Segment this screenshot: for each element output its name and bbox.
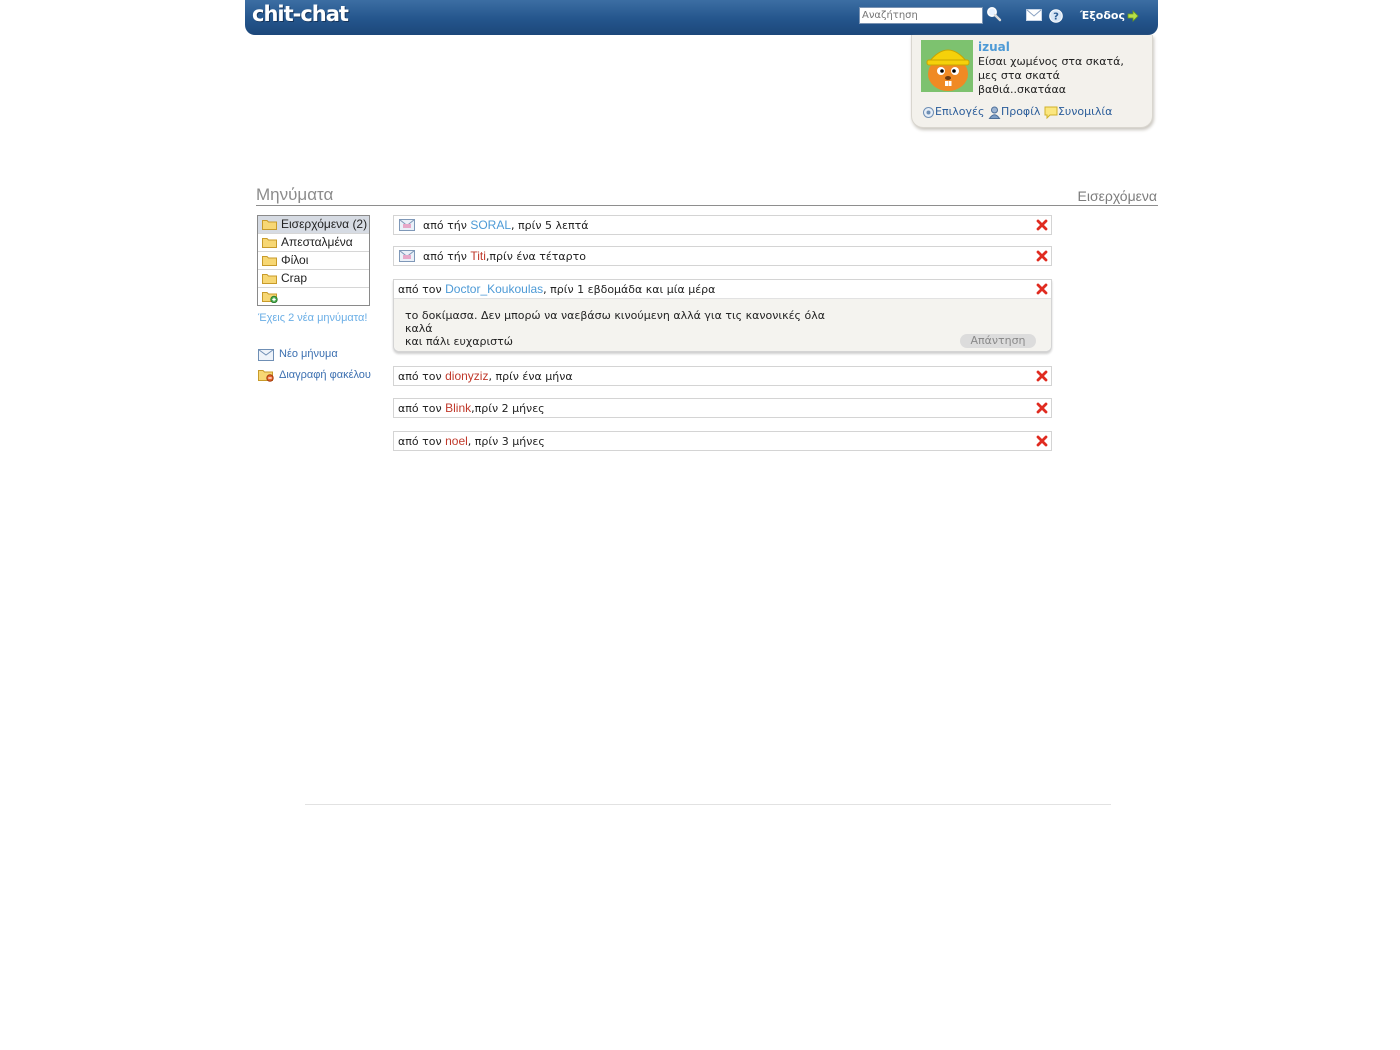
message-time: , πρίν 3 μήνες [467, 435, 545, 448]
message-row[interactable]: από τον dionyziz, πρίν ένα μήνα [393, 366, 1052, 386]
folder-sent[interactable]: Απεσταλμένα [258, 234, 369, 252]
folder-inbox[interactable]: Εισερχόμενα (2) [258, 216, 369, 234]
user-panel-links: Επιλογές Προφίλ Συνομιλία [922, 105, 1112, 119]
new-folder-icon [262, 292, 278, 303]
message-text-line: το δοκίμασα. Δεν μπορώ να ναεβάσω κινούμ… [405, 309, 825, 335]
profile-link[interactable]: Προφίλ [988, 105, 1040, 119]
settings-link-label: Επιλογές [935, 105, 985, 119]
message-sender[interactable]: dionyziz [445, 369, 488, 383]
message-summary: από τήν SORAL, πρίν 5 λεπτά [423, 218, 588, 232]
new-messages-notice: Έχεις 2 νέα μηνύματα! [258, 312, 368, 324]
chat-link-label: Συνομιλία [1057, 105, 1113, 119]
message-row[interactable]: από τον noel, πρίν 3 μήνες [393, 431, 1052, 451]
delete-message-icon[interactable] [1036, 283, 1048, 295]
folder-crap[interactable]: Crap [258, 270, 369, 288]
folder-friends[interactable]: Φίλοι [258, 252, 369, 270]
folder-label: Απεσταλμένα [281, 235, 353, 249]
message-sender[interactable]: SORAL [470, 218, 511, 232]
message-time: ,πρίν ένα τέταρτο [485, 250, 586, 263]
logout-arrow-icon[interactable] [1127, 10, 1139, 22]
new-folder-row[interactable] [258, 288, 369, 305]
svg-text:?: ? [1053, 12, 1059, 23]
title-divider [256, 205, 1158, 206]
message-prefix: από τον [398, 435, 442, 448]
new-message-icon [258, 349, 274, 361]
breadcrumb: Εισερχόμενα [1077, 188, 1157, 204]
message-row[interactable]: από τον Blink,πρίν 2 μήνες [393, 398, 1052, 418]
delete-message-icon[interactable] [1036, 435, 1048, 447]
footer-divider [305, 804, 1111, 805]
message-sender[interactable]: Titi [470, 249, 486, 263]
message-sender[interactable]: Blink [445, 401, 471, 415]
new-message-label: Νέο μήνυμα [279, 348, 338, 360]
profile-icon [988, 106, 1001, 119]
message-expanded: από τον Doctor_Koukoulas, πρίν 1 εβδομάδ… [393, 279, 1052, 352]
message-body: το δοκίμασα. Δεν μπορώ να ναεβάσω κινούμ… [394, 299, 1051, 351]
chat-link[interactable]: Συνομιλία [1044, 105, 1112, 119]
message-text: το δοκίμασα. Δεν μπορώ να ναεβάσω κινούμ… [405, 309, 855, 348]
delete-message-icon[interactable] [1036, 370, 1048, 382]
search-icon[interactable] [986, 6, 1002, 22]
message-sender[interactable]: Doctor_Koukoulas [445, 282, 543, 296]
new-message-button[interactable]: Νέο μήνυμα [258, 347, 338, 364]
message-summary: από τον Doctor_Koukoulas, πρίν 1 εβδομάδ… [398, 282, 715, 296]
folder-icon [262, 256, 277, 266]
message-prefix: από τήν [423, 250, 467, 263]
settings-link[interactable]: Επιλογές [922, 105, 984, 119]
logout-link[interactable]: Έξοδος [1080, 9, 1125, 22]
message-time: , πρίν 5 λεπτά [511, 219, 589, 232]
message-time: , πρίν 1 εβδομάδα και μία μέρα [543, 283, 716, 296]
user-panel: izual Είσαι χωμένος στα σκατά, μες στα σ… [911, 35, 1153, 128]
delete-message-icon[interactable] [1036, 402, 1048, 414]
message-time: ,πρίν 2 μήνες [471, 402, 545, 415]
search-input[interactable] [859, 7, 983, 24]
delete-folder-label: Διαγραφή φακέλου [279, 369, 371, 381]
avatar[interactable] [921, 40, 973, 92]
chat-bubble-icon [1044, 106, 1058, 119]
message-row[interactable]: από τήν Titi,πρίν ένα τέταρτο [393, 246, 1052, 266]
folder-icon [262, 220, 277, 230]
reply-button[interactable]: Απάντηση [960, 334, 1036, 348]
folder-icon [262, 274, 277, 284]
page-title: Μηνύματα [256, 185, 334, 204]
folder-label: Φίλοι [281, 253, 309, 267]
folder-label: Crap [281, 271, 308, 285]
folder-list: Εισερχόμενα (2) Απεσταλμένα Φίλοι Crap [257, 215, 370, 306]
settings-icon [923, 106, 934, 118]
unread-envelope-icon [399, 250, 415, 262]
message-prefix: από τήν [423, 219, 467, 232]
message-prefix: από τον [398, 283, 442, 296]
unread-envelope-icon [399, 219, 415, 231]
message-sender[interactable]: noel [445, 434, 468, 448]
message-summary: από τον dionyziz, πρίν ένα μήνα [398, 369, 573, 383]
user-status-text: Είσαι χωμένος στα σκατά, μες στα σκατά β… [978, 55, 1124, 96]
delete-folder-icon [258, 370, 274, 382]
message-time: , πρίν ένα μήνα [488, 370, 573, 383]
messages-icon[interactable] [1026, 9, 1042, 21]
message-prefix: από τον [398, 402, 442, 415]
message-summary: από τον noel, πρίν 3 μήνες [398, 434, 545, 448]
message-row[interactable]: από τήν SORAL, πρίν 5 λεπτά [393, 215, 1052, 235]
delete-message-icon[interactable] [1036, 219, 1048, 231]
message-header[interactable]: από τον Doctor_Koukoulas, πρίν 1 εβδομάδ… [394, 280, 1051, 299]
message-summary: από τήν Titi,πρίν ένα τέταρτο [423, 249, 586, 263]
site-logo[interactable]: chit-chat [252, 2, 349, 26]
folder-icon [262, 238, 277, 248]
delete-message-icon[interactable] [1036, 250, 1048, 262]
profile-link-label: Προφίλ [1000, 105, 1041, 119]
message-text-line: και πάλι ευχαριστώ [405, 335, 513, 348]
delete-folder-button[interactable]: Διαγραφή φακέλου [258, 368, 371, 385]
message-summary: από τον Blink,πρίν 2 μήνες [398, 401, 545, 415]
folder-label: Εισερχόμενα (2) [281, 217, 368, 231]
help-icon[interactable]: ? [1049, 9, 1063, 23]
message-prefix: από τον [398, 370, 442, 383]
top-bar: chit-chat ? Έξοδος [245, 0, 1158, 35]
username[interactable]: izual [978, 40, 1010, 54]
